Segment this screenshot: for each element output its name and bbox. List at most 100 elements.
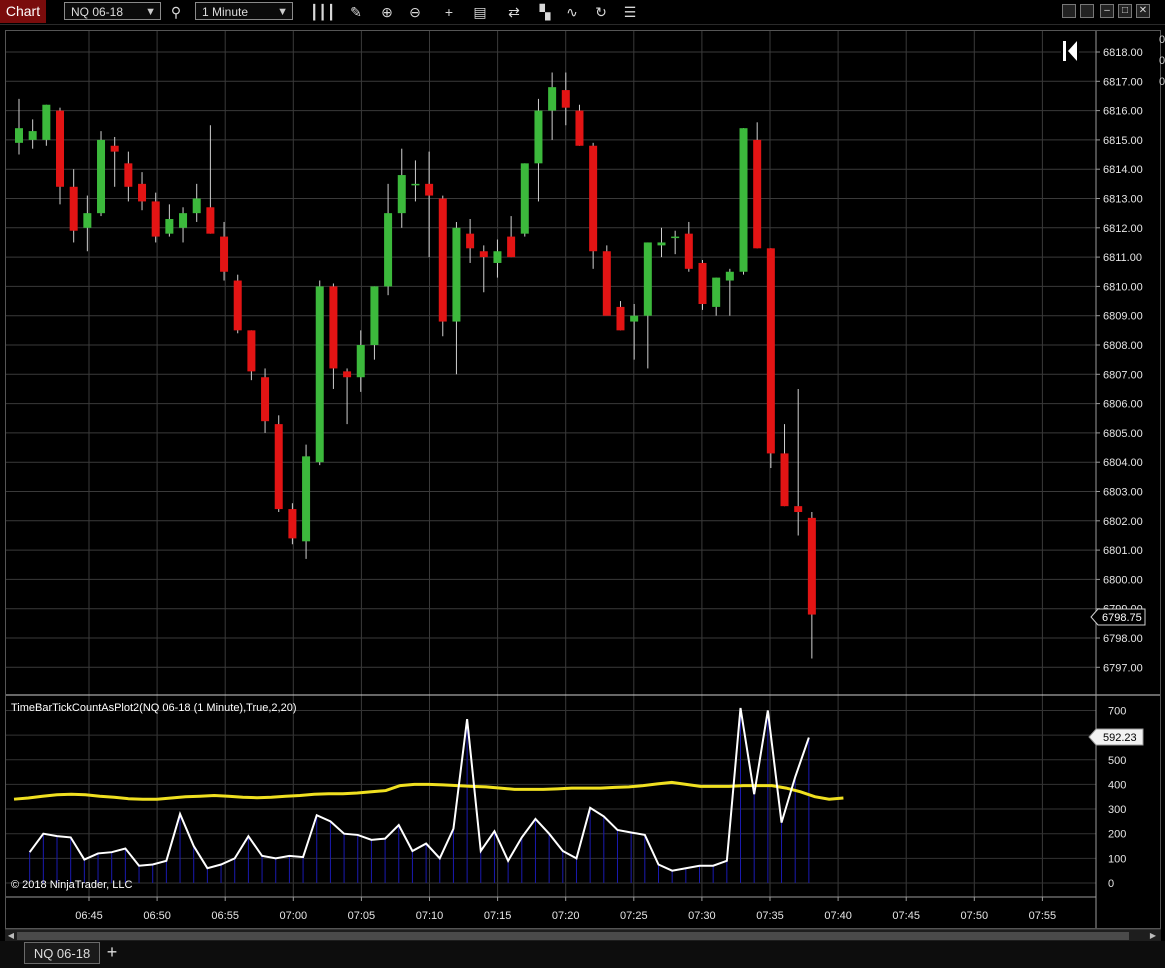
candle-body	[466, 233, 475, 249]
tab-bar: NQ 06-18 +	[0, 941, 1165, 968]
price-tick-label: 6817.00	[1103, 76, 1143, 88]
properties-icon[interactable]: ☰	[621, 3, 639, 21]
tab-instrument[interactable]: NQ 06-18	[24, 942, 100, 964]
time-tick-label: 07:15	[484, 910, 512, 922]
tick-count-line	[28, 707, 810, 872]
time-tick-label: 07:50	[961, 910, 989, 922]
price-tick-label: 6818.00	[1103, 47, 1143, 59]
candle-body	[233, 280, 242, 331]
bar-type-icon[interactable]: ┃┃┃	[310, 3, 335, 21]
refresh-icon[interactable]: ↻	[592, 3, 610, 21]
candle-body	[315, 286, 324, 463]
price-tick-label: 6815.00	[1103, 135, 1143, 147]
tick-average-line	[13, 780, 844, 801]
price-tick-label: 6798.00	[1103, 633, 1143, 645]
price-tick-label: 6813.00	[1103, 194, 1143, 206]
scroll-right-icon[interactable]: ▶	[1148, 931, 1158, 941]
candle-body	[384, 213, 393, 287]
close-icon[interactable]: ✕	[1136, 4, 1150, 18]
edge-glyph: 0	[1159, 55, 1165, 67]
candle-body	[411, 183, 420, 186]
chart-canvas: 6818.00 6817.00 6816.00 6815.00 6814.00 6813.…	[6, 31, 1160, 928]
time-axis: 06:45 06:50 06:55 07:00 07:05 07:10 07:15 07:20…	[75, 897, 1056, 922]
price-tick-label: 6809.00	[1103, 311, 1143, 323]
search-icon[interactable]: ⚲	[167, 3, 185, 21]
candle-body	[780, 453, 789, 507]
price-tick-label: 6807.00	[1103, 369, 1143, 381]
chevron-down-icon: ▼	[277, 6, 288, 18]
time-tick-label: 07:05	[348, 910, 376, 922]
data-box-icon[interactable]: ▤	[471, 3, 489, 21]
candle-body	[520, 163, 529, 234]
add-tab-icon[interactable]: +	[103, 942, 121, 964]
zoom-in-icon[interactable]: ⊕	[378, 3, 396, 21]
candle-body	[261, 377, 270, 422]
candle-body	[725, 271, 734, 281]
chart-panel[interactable]: 6818.00 6817.00 6816.00 6815.00 6814.00 6813.…	[5, 30, 1161, 929]
interval-value: 1 Minute	[202, 5, 249, 19]
price-tick-label: 6814.00	[1103, 164, 1143, 176]
candle-body	[616, 306, 625, 331]
price-tick-label: 6805.00	[1103, 428, 1143, 440]
candle-body	[56, 110, 65, 187]
indicator-last-value: 592.23	[1103, 732, 1137, 744]
candle-body	[165, 219, 174, 234]
candle-body	[42, 104, 51, 140]
pencil-icon[interactable]: ✎	[347, 3, 365, 21]
chart-toolbar: Chart NQ 06-18 ▼ ⚲ 1 Minute ▼ ┃┃┃ ✎ ⊕ ⊖ …	[0, 0, 1165, 25]
order-icon[interactable]: ⇄	[505, 3, 523, 21]
candle-body	[548, 87, 557, 111]
indicator-tick-label: 300	[1108, 804, 1126, 816]
price-tick-label: 6810.00	[1103, 281, 1143, 293]
time-tick-label: 07:40	[824, 910, 852, 922]
candle-body	[274, 424, 283, 510]
price-tick-label: 6816.00	[1103, 106, 1143, 118]
instrument-selector[interactable]: NQ 06-18 ▼	[64, 2, 161, 20]
price-tick-label: 6803.00	[1103, 487, 1143, 499]
price-tick-label: 6812.00	[1103, 223, 1143, 235]
indicator-tick-label: 0	[1108, 878, 1114, 890]
candle-body	[493, 251, 502, 263]
restore-icon[interactable]	[1080, 4, 1094, 18]
candle-body	[97, 139, 106, 214]
scroll-left-icon[interactable]: ◀	[6, 931, 16, 941]
edge-glyph: 0	[1159, 76, 1165, 88]
tick-histogram	[29, 707, 810, 883]
time-tick-label: 07:35	[756, 910, 784, 922]
tile-icon[interactable]	[1062, 4, 1076, 18]
candle-body	[561, 90, 570, 108]
zoom-out-icon[interactable]: ⊖	[406, 3, 424, 21]
price-tick-label: 6808.00	[1103, 340, 1143, 352]
maximize-icon[interactable]: □	[1118, 4, 1132, 18]
chart-title-tab[interactable]: Chart	[0, 0, 46, 23]
minimize-icon[interactable]: –	[1100, 4, 1114, 18]
candle-body	[602, 251, 611, 316]
clipped-edge-glyphs: 0 0 0	[1159, 30, 1165, 110]
indicators-icon[interactable]: ∿	[563, 3, 581, 21]
crosshair-icon[interactable]: +	[440, 3, 458, 21]
candle-body	[397, 175, 406, 214]
price-tick-label: 6797.00	[1103, 662, 1143, 674]
candle-body	[698, 262, 707, 304]
strategies-icon[interactable]: ▚	[536, 3, 554, 21]
last-price-label: 6798.75	[1102, 612, 1142, 624]
time-tick-label: 06:55	[211, 910, 239, 922]
time-tick-label: 07:10	[416, 910, 444, 922]
time-tick-label: 07:00	[280, 910, 308, 922]
indicator-tick-label: 400	[1108, 779, 1126, 791]
candle-body	[356, 345, 365, 378]
candle-body	[438, 198, 447, 322]
scroll-thumb[interactable]	[17, 932, 1129, 940]
candle-body	[329, 286, 338, 369]
time-tick-label: 07:30	[688, 910, 716, 922]
candle-body	[807, 517, 816, 615]
indicator-tick-label: 700	[1108, 705, 1126, 717]
time-tick-label: 06:45	[75, 910, 103, 922]
candle-body	[15, 128, 23, 143]
candle-body	[657, 242, 666, 246]
candle-body	[206, 207, 215, 234]
scroll-to-end-icon[interactable]	[1061, 39, 1079, 61]
candle-body	[124, 163, 133, 187]
last-price-marker: 6798.75	[1090, 608, 1146, 626]
interval-selector[interactable]: 1 Minute ▼	[195, 2, 293, 20]
